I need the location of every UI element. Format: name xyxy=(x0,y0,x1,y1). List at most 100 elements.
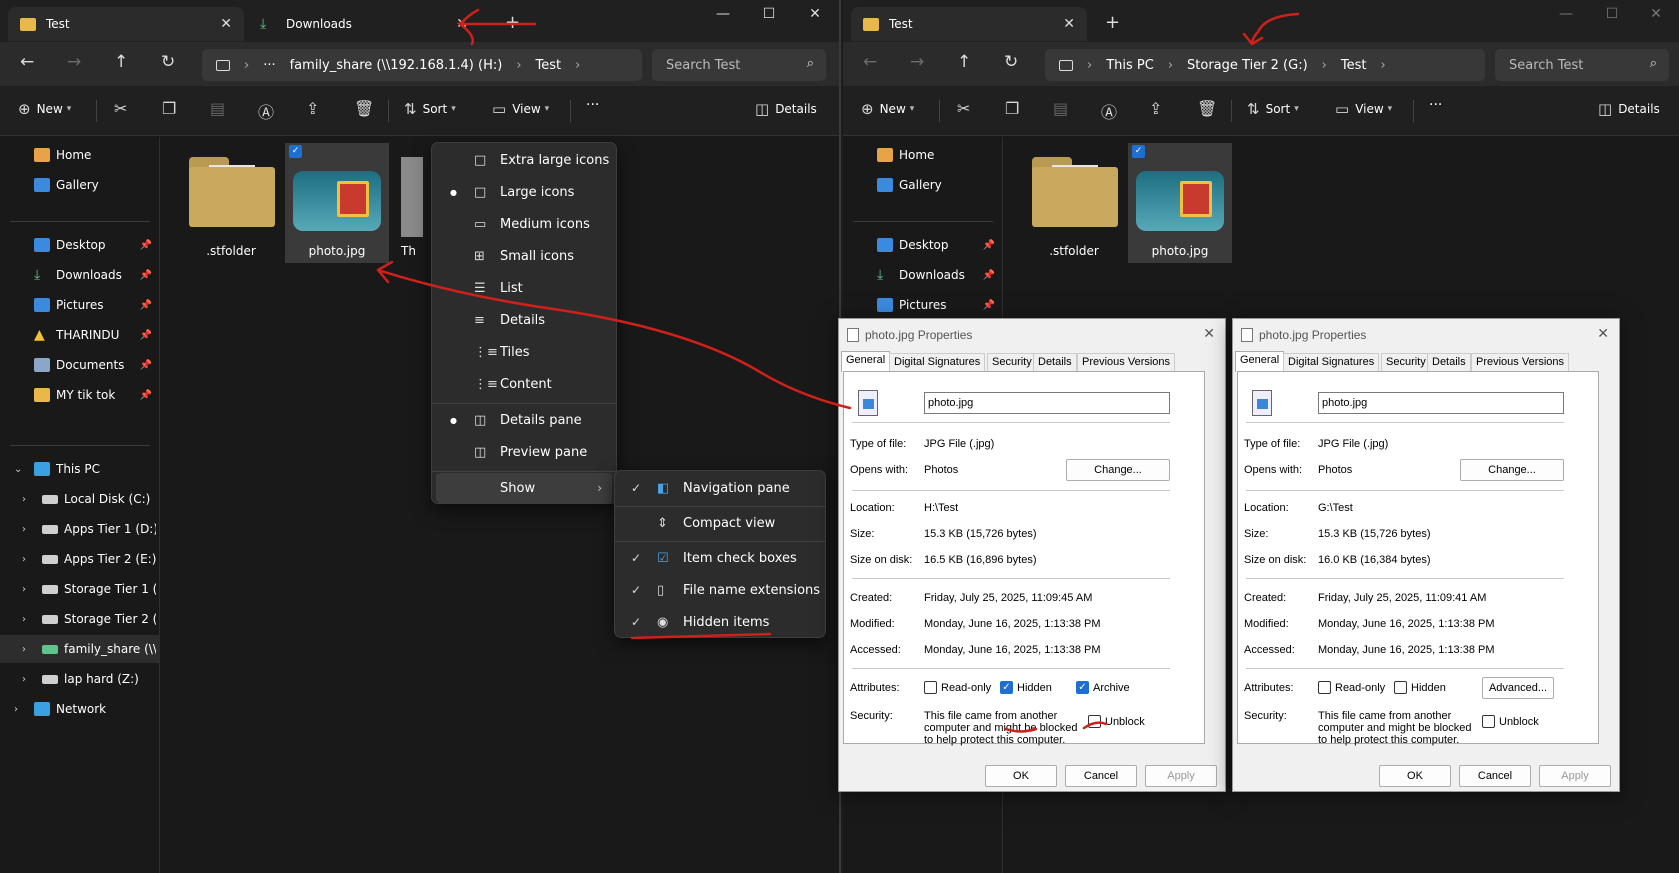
close-icon[interactable]: ✕ xyxy=(1597,325,1609,342)
sidebar-item-drive-f[interactable]: › Storage Tier 1 (F:) xyxy=(0,575,160,603)
unblock-checkbox[interactable]: Unblock xyxy=(1482,715,1539,728)
menu-item-tiles[interactable]: ⋮≡ Tiles xyxy=(436,337,612,367)
new-button[interactable]: ⊕ New ▾ xyxy=(18,100,71,118)
details-pane-button[interactable]: ◫ Details xyxy=(755,100,817,118)
refresh-icon[interactable]: ↻ xyxy=(161,52,175,72)
more-options-button[interactable]: ··· xyxy=(1429,97,1442,113)
paste-icon[interactable]: ▤ xyxy=(210,99,225,118)
view-button[interactable]: ▭ View ▾ xyxy=(492,100,549,118)
tab-general[interactable]: General xyxy=(1235,351,1285,372)
details-pane-button[interactable]: ◫ Details xyxy=(1598,100,1660,118)
new-button[interactable]: ⊕ New ▾ xyxy=(861,100,914,118)
close-tab-icon[interactable]: ✕ xyxy=(1063,16,1075,32)
new-tab-icon[interactable]: + xyxy=(505,12,520,33)
address-bar[interactable]: › ··· family_share (\\192.168.1.4) (H:) … xyxy=(202,49,642,81)
chevron-right-icon[interactable]: › xyxy=(22,614,26,625)
breadcrumb-ellipsis[interactable]: ··· xyxy=(263,58,275,73)
chevron-down-icon[interactable]: ⌄ xyxy=(14,464,22,475)
tab-previous-versions[interactable]: Previous Versions xyxy=(1077,353,1176,371)
archive-checkbox[interactable]: ✓ Archive xyxy=(1076,681,1130,694)
apply-button[interactable]: Apply xyxy=(1539,765,1611,787)
sidebar-item-drive-g[interactable]: › Storage Tier 2 (G:) xyxy=(0,605,160,633)
file-item-photo[interactable]: ✓ photo.jpg xyxy=(285,143,389,263)
maximize-icon[interactable]: ☐ xyxy=(746,6,792,22)
sidebar-item-gallery[interactable]: Gallery xyxy=(0,171,160,199)
hidden-checkbox[interactable]: ✓ Hidden xyxy=(1000,681,1052,694)
address-bar[interactable]: › This PC › Storage Tier 2 (G:) › Test › xyxy=(1045,49,1485,81)
menu-item-preview-pane[interactable]: ◫ Preview pane xyxy=(436,437,612,467)
hidden-checkbox[interactable]: Hidden xyxy=(1394,681,1446,694)
filename-field[interactable]: photo.jpg xyxy=(924,392,1170,414)
tab-digital-signatures[interactable]: Digital Signatures xyxy=(1283,353,1380,371)
sidebar-item-pictures[interactable]: Pictures 📌 xyxy=(0,291,160,319)
copy-icon[interactable]: ❐ xyxy=(1005,99,1019,118)
tab-digital-signatures[interactable]: Digital Signatures xyxy=(889,353,986,371)
rename-icon[interactable]: Ⓐ xyxy=(258,99,274,123)
readonly-checkbox[interactable]: Read-only xyxy=(1318,681,1385,694)
filename-field[interactable]: photo.jpg xyxy=(1318,392,1564,414)
menu-item-file-name-extensions[interactable]: ✓ ▯ File name extensions xyxy=(619,575,821,605)
chevron-right-icon[interactable]: › xyxy=(22,554,26,565)
chevron-right-icon[interactable]: › xyxy=(14,704,18,715)
tab-security[interactable]: Security xyxy=(987,353,1037,371)
sidebar-item-desktop[interactable]: Desktop 📌 xyxy=(0,231,160,259)
copy-icon[interactable]: ❐ xyxy=(162,99,176,118)
minimize-icon[interactable]: — xyxy=(700,6,746,22)
back-icon[interactable]: ← xyxy=(20,52,34,72)
close-tab-icon[interactable]: ✕ xyxy=(220,16,232,32)
file-item-photo[interactable]: ✓ photo.jpg xyxy=(1128,143,1232,263)
cut-icon[interactable]: ✂ xyxy=(957,99,970,118)
sidebar-item-drive-e[interactable]: › Apps Tier 2 (E:) xyxy=(0,545,160,573)
sidebar-item-my-tik-tok[interactable]: MY tik tok 📌 xyxy=(0,381,160,409)
menu-item-extra-large-icons[interactable]: □ Extra large icons xyxy=(436,145,612,175)
tab-security[interactable]: Security xyxy=(1381,353,1431,371)
chevron-right-icon[interactable]: › xyxy=(22,584,26,595)
sidebar-item-drive-h[interactable]: › family_share (\\192.168.1.4) (H:) xyxy=(0,635,160,663)
sidebar-item-network[interactable]: › Network xyxy=(0,695,160,723)
menu-item-small-icons[interactable]: ⊞ Small icons xyxy=(436,241,612,271)
sidebar-item-home[interactable]: Home xyxy=(0,141,160,169)
tab-test[interactable]: Test ✕ xyxy=(851,7,1087,41)
sort-button[interactable]: ⇅ Sort ▾ xyxy=(404,100,456,118)
sidebar-item-this-pc[interactable]: ⌄ This PC xyxy=(0,455,160,483)
menu-item-medium-icons[interactable]: ▭ Medium icons xyxy=(436,209,612,239)
close-tab-icon[interactable]: ✕ xyxy=(456,16,468,32)
rename-icon[interactable]: Ⓐ xyxy=(1101,99,1117,123)
search-input[interactable]: Search Test ⌕ xyxy=(1495,49,1669,81)
menu-item-show[interactable]: Show › xyxy=(436,473,612,503)
sidebar-item-home[interactable]: Home xyxy=(843,141,1003,169)
sort-button[interactable]: ⇅ Sort ▾ xyxy=(1247,100,1299,118)
advanced-button[interactable]: Advanced... xyxy=(1482,677,1554,699)
file-item-stfolder[interactable]: .stfolder xyxy=(179,143,283,263)
menu-item-item-check-boxes[interactable]: ✓ ☑ Item check boxes xyxy=(619,543,821,573)
apply-button[interactable]: Apply xyxy=(1145,765,1217,787)
sidebar-item-desktop[interactable]: Desktop 📌 xyxy=(843,231,1003,259)
change-button[interactable]: Change... xyxy=(1460,459,1564,481)
breadcrumb-segment[interactable]: Test xyxy=(1341,58,1367,73)
view-button[interactable]: ▭ View ▾ xyxy=(1335,100,1392,118)
file-item-partial[interactable]: Th xyxy=(397,143,427,263)
up-icon[interactable]: ↑ xyxy=(957,52,971,72)
breadcrumb-segment[interactable]: family_share (\\192.168.1.4) (H:) xyxy=(290,58,503,73)
share-icon[interactable]: ⇪ xyxy=(306,99,319,118)
sidebar-item-downloads[interactable]: ⤓ Downloads 📌 xyxy=(843,261,1003,289)
sidebar-item-pictures[interactable]: Pictures 📌 xyxy=(843,291,1003,319)
sidebar-item-drive-d[interactable]: › Apps Tier 1 (D:) xyxy=(0,515,160,543)
menu-item-navigation-pane[interactable]: ✓ ◧ Navigation pane xyxy=(619,473,821,503)
chevron-right-icon[interactable]: › xyxy=(22,524,26,535)
tab-details[interactable]: Details xyxy=(1427,353,1471,371)
chevron-right-icon[interactable]: › xyxy=(22,674,26,685)
item-checkbox[interactable]: ✓ xyxy=(289,145,302,158)
refresh-icon[interactable]: ↻ xyxy=(1004,52,1018,72)
cancel-button[interactable]: Cancel xyxy=(1459,765,1531,787)
delete-icon[interactable]: 🗑 xyxy=(1197,99,1217,118)
change-button[interactable]: Change... xyxy=(1066,459,1170,481)
sidebar-item-drive-z[interactable]: › lap hard (Z:) xyxy=(0,665,160,693)
paste-icon[interactable]: ▤ xyxy=(1053,99,1068,118)
breadcrumb-segment[interactable]: This PC xyxy=(1106,58,1154,73)
sidebar-item-tharindu[interactable]: ▲ THARINDU 📌 xyxy=(0,321,160,349)
sidebar-item-drive-c[interactable]: › Local Disk (C:) xyxy=(0,485,160,513)
sidebar-item-documents[interactable]: Documents 📌 xyxy=(0,351,160,379)
chevron-right-icon[interactable]: › xyxy=(22,644,26,655)
tab-downloads[interactable]: ⤓ Downloads ✕ xyxy=(248,7,480,41)
